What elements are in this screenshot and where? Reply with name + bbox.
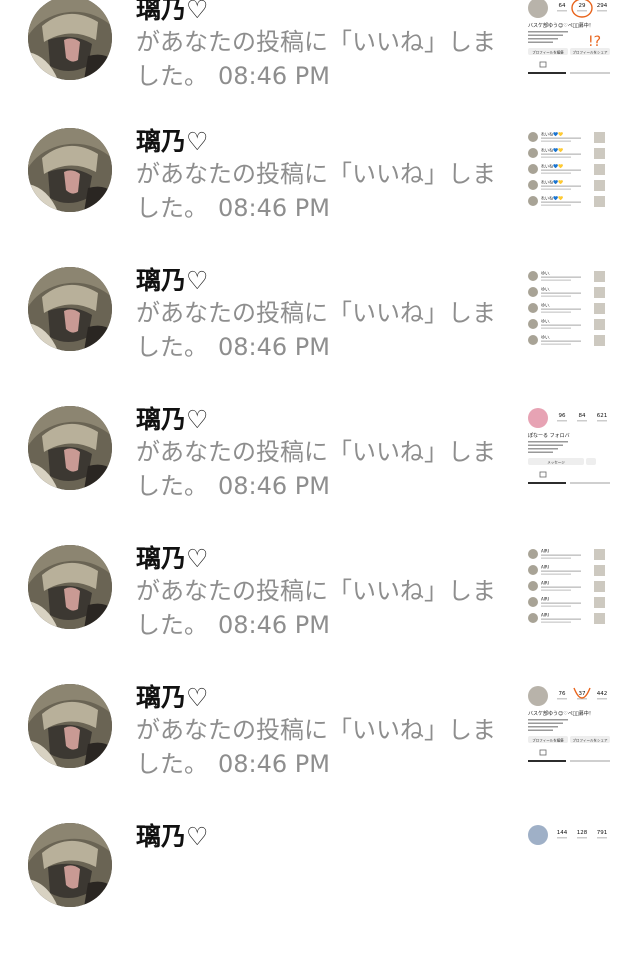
username[interactable]: 璃乃♡ [136, 678, 208, 714]
notification-message-continued: した。 08:46 PM [136, 466, 330, 501]
notification-time: 08:46 PM [218, 472, 330, 500]
svg-text:れいね💙💛: れいね💙💛 [541, 147, 563, 153]
svg-text:プロフィールをシェア: プロフィールをシェア [573, 50, 608, 55]
notification-item[interactable]: 璃乃♡ があなたの投稿に「いいね」しま した。 08:46 PM ゆい. ゆい. ゆい. ゆい… [0, 266, 640, 406]
svg-text:442: 442 [597, 691, 608, 697]
notification-time: 08:46 PM [218, 62, 330, 90]
svg-text:AIRI: AIRI [541, 549, 549, 554]
svg-text:ゆい.: ゆい. [541, 334, 550, 340]
user-avatar[interactable] [28, 684, 112, 768]
post-thumbnail[interactable]: 96 84 621 ぽなーる フォロバメッセージ [526, 406, 612, 492]
notification-message: があなたの投稿に「いいね」しま [136, 28, 496, 56]
notification-message-continued [136, 883, 146, 911]
post-thumbnail[interactable]: 64 29 294 バスケ部ゆう☺︎♡ペア⃣募中！ プロフィールを編集 プロフィールをシェ… [526, 0, 612, 82]
svg-text:ぽなーる フォロバ: ぽなーる フォロバ [528, 432, 570, 439]
notification-message-continued: した。 08:46 PM [136, 605, 330, 640]
svg-text:ゆい.: ゆい. [541, 318, 550, 324]
svg-text:621: 621 [597, 413, 608, 419]
svg-text:ゆい.: ゆい. [541, 270, 550, 276]
notification-item[interactable]: 璃乃♡ があなたの投稿に「いいね」しま した。 08:46 PM AIRI AIRI AIR… [0, 544, 640, 684]
message-tail: した。 [136, 62, 208, 90]
message-tail: した。 [136, 333, 208, 361]
post-thumbnail[interactable]: れいね💙💛 れいね💙💛 れいね💙💛 れいね💙💛 れいね💙💛 [526, 128, 612, 214]
notification-item[interactable]: 璃乃♡ 144 128 791 [0, 822, 640, 962]
user-avatar[interactable] [28, 823, 112, 907]
username[interactable]: 璃乃♡ [136, 539, 208, 575]
notification-item[interactable]: 璃乃♡ があなたの投稿に「いいね」しま した。 08:46 PM 76 37 442 バスケ部… [0, 683, 640, 823]
svg-text:AIRI: AIRI [541, 565, 549, 570]
message-tail: した。 [136, 472, 208, 500]
notification-time: 08:46 PM [218, 333, 330, 361]
user-avatar[interactable] [28, 406, 112, 490]
svg-text:プロフィールを編集: プロフィールを編集 [532, 738, 564, 743]
message-tail: した。 [136, 611, 208, 639]
svg-text:!?: !? [588, 34, 601, 50]
post-thumbnail[interactable]: ゆい. ゆい. ゆい. ゆい. ゆい. [526, 267, 612, 353]
svg-text:294: 294 [597, 3, 608, 9]
svg-text:29: 29 [579, 3, 586, 9]
svg-text:128: 128 [577, 830, 588, 836]
user-avatar[interactable] [28, 0, 112, 80]
svg-text:ゆい.: ゆい. [541, 302, 550, 308]
notification-item[interactable]: 璃乃♡ があなたの投稿に「いいね」しま した。 08:46 PM 64 29 294 バスケ部… [0, 0, 640, 135]
svg-text:96: 96 [559, 413, 566, 419]
svg-text:バスケ部ゆう☺︎♡ペア⃣募中！: バスケ部ゆう☺︎♡ペア⃣募中！ [528, 22, 594, 29]
svg-text:AIRI: AIRI [541, 581, 549, 586]
notification-message-continued: した。 08:46 PM [136, 188, 330, 223]
message-tail: した。 [136, 194, 208, 222]
username[interactable]: 璃乃♡ [136, 400, 208, 436]
post-thumbnail[interactable]: 144 128 791 [526, 823, 612, 909]
svg-text:れいね💙💛: れいね💙💛 [541, 179, 563, 185]
svg-text:76: 76 [559, 691, 566, 697]
username[interactable]: 璃乃♡ [136, 817, 208, 853]
notification-message: があなたの投稿に「いいね」しま [136, 716, 496, 744]
username[interactable]: 璃乃♡ [136, 261, 208, 297]
notification-message-continued: した。 08:46 PM [136, 744, 330, 779]
notification-message: があなたの投稿に「いいね」しま [136, 160, 496, 188]
notification-message: があなたの投稿に「いいね」しま [136, 438, 496, 466]
svg-text:ゆい.: ゆい. [541, 286, 550, 292]
message-tail: した。 [136, 750, 208, 778]
notification-message-continued: した。 08:46 PM [136, 327, 330, 362]
notification-time: 08:46 PM [218, 194, 330, 222]
svg-text:れいね💙💛: れいね💙💛 [541, 131, 563, 137]
username[interactable]: 璃乃♡ [136, 122, 208, 158]
post-thumbnail[interactable]: AIRI AIRI AIRI AIRI AIRI [526, 545, 612, 631]
notification-item[interactable]: 璃乃♡ があなたの投稿に「いいね」しま した。 08:46 PM れいね💙💛 れいね💙💛 れ… [0, 127, 640, 267]
user-avatar[interactable] [28, 545, 112, 629]
notification-item[interactable]: 璃乃♡ があなたの投稿に「いいね」しま した。 08:46 PM 96 84 621 ぽなーる… [0, 405, 640, 545]
svg-text:バスケ部ゆう☺︎♡ペア⃣募中！: バスケ部ゆう☺︎♡ペア⃣募中！ [528, 710, 594, 717]
svg-text:プロフィールをシェア: プロフィールをシェア [573, 738, 608, 743]
notification-time: 08:46 PM [218, 750, 330, 778]
svg-text:AIRI: AIRI [541, 597, 549, 602]
svg-text:144: 144 [557, 830, 568, 836]
post-thumbnail[interactable]: 76 37 442 バスケ部ゆう☺︎♡ペア⃣募中！ プロフィールを編集 プロフィールをシェ… [526, 684, 612, 770]
notification-message: があなたの投稿に「いいね」しま [136, 299, 496, 327]
svg-text:れいね💙💛: れいね💙💛 [541, 195, 563, 201]
svg-text:れいね💙💛: れいね💙💛 [541, 163, 563, 169]
svg-text:メッセージ: メッセージ [547, 460, 565, 465]
svg-text:791: 791 [597, 830, 608, 836]
notification-message-continued: した。 08:46 PM [136, 56, 330, 91]
user-avatar[interactable] [28, 267, 112, 351]
svg-text:64: 64 [559, 3, 566, 9]
svg-text:プロフィールを編集: プロフィールを編集 [532, 50, 564, 55]
user-avatar[interactable] [28, 128, 112, 212]
svg-text:AIRI: AIRI [541, 613, 549, 618]
notification-time: 08:46 PM [218, 611, 330, 639]
notification-message: があなたの投稿に「いいね」しま [136, 577, 496, 605]
svg-text:84: 84 [579, 413, 586, 419]
